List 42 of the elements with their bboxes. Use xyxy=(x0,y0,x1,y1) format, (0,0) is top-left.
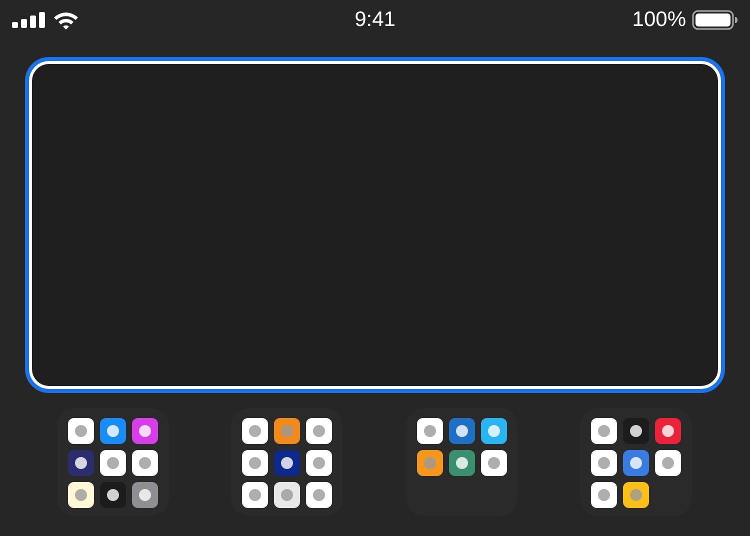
battery-icon xyxy=(692,10,738,30)
app-icon[interactable] xyxy=(622,482,649,508)
battery-percentage: 100% xyxy=(632,8,686,32)
app-icon[interactable] xyxy=(416,418,443,444)
app-icon[interactable] xyxy=(416,450,443,476)
app-icon[interactable] xyxy=(590,418,617,444)
clock-time: 9:41 xyxy=(354,8,396,32)
app-icon[interactable] xyxy=(590,482,617,508)
wifi-icon xyxy=(53,10,79,30)
app-icon[interactable] xyxy=(274,482,300,508)
app-folder[interactable] xyxy=(406,408,518,516)
app-icon[interactable] xyxy=(100,450,126,476)
app-folder[interactable] xyxy=(57,408,169,516)
app-icon[interactable] xyxy=(622,418,649,444)
app-icon[interactable] xyxy=(274,418,300,444)
widget-drop-frame[interactable] xyxy=(25,57,725,393)
app-icon[interactable] xyxy=(448,450,475,476)
app-icon[interactable] xyxy=(132,450,158,476)
app-icon[interactable] xyxy=(306,482,332,508)
app-folder[interactable] xyxy=(231,408,344,516)
app-icon[interactable] xyxy=(68,482,94,508)
app-icon[interactable] xyxy=(132,418,158,444)
app-icon[interactable] xyxy=(622,450,649,476)
app-icon[interactable] xyxy=(68,450,94,476)
app-icon[interactable] xyxy=(242,482,268,508)
app-icon[interactable] xyxy=(480,450,507,476)
app-icon[interactable] xyxy=(654,450,681,476)
app-icon[interactable] xyxy=(448,418,475,444)
signal-icon xyxy=(12,12,46,28)
app-icon[interactable] xyxy=(654,418,681,444)
app-icon[interactable] xyxy=(306,418,332,444)
app-icon[interactable] xyxy=(132,482,158,508)
app-icon[interactable] xyxy=(306,450,332,476)
app-icon[interactable] xyxy=(100,482,126,508)
app-icon[interactable] xyxy=(100,418,126,444)
app-icon[interactable] xyxy=(242,418,268,444)
app-icon[interactable] xyxy=(274,450,300,476)
app-icon[interactable] xyxy=(242,450,268,476)
app-icon[interactable] xyxy=(590,450,617,476)
app-folder[interactable] xyxy=(580,408,692,516)
app-icon[interactable] xyxy=(68,418,94,444)
app-icon[interactable] xyxy=(480,418,507,444)
